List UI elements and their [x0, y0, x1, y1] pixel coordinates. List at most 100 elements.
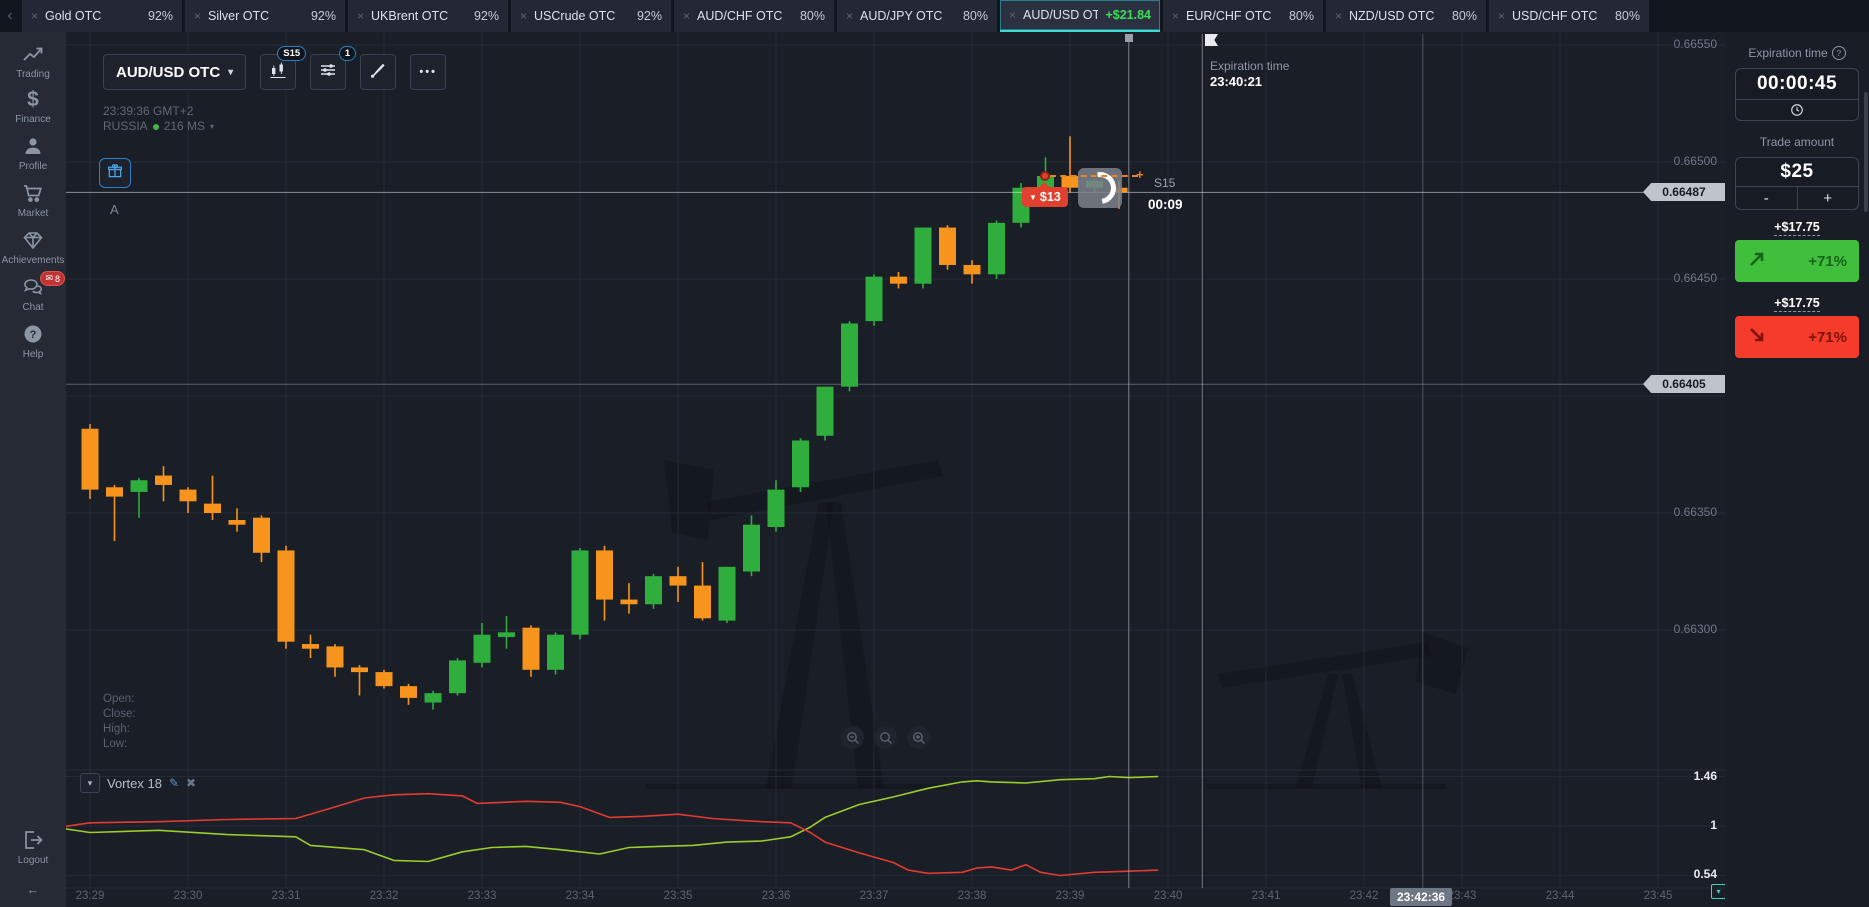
time-tick-label: 23:29 [66, 890, 120, 902]
time-tick-label: 23:45 [1628, 890, 1688, 902]
asset-tab-silver-otc[interactable]: ×Silver OTC92% [185, 0, 345, 32]
down-profit-value[interactable]: +$17.75 [1774, 296, 1820, 312]
amount-increase-button[interactable]: + [1798, 187, 1859, 209]
symbol-selector-button[interactable]: AUD/USD OTC ▾ [103, 54, 246, 90]
sidebar-item-market[interactable]: Market [0, 181, 66, 219]
sidebar-item-trading[interactable]: Trading [0, 42, 66, 80]
sidebar-item-label: Finance [15, 114, 51, 125]
candlestick-icon [268, 60, 288, 85]
up-profit-value[interactable]: +$17.75 [1774, 220, 1820, 236]
indicator-collapse-button[interactable]: ▾ [80, 773, 100, 793]
expiration-section-label: Expiration time ? [1735, 46, 1859, 60]
tab-value: 80% [963, 9, 988, 23]
sidebar-item-profile[interactable]: Profile [0, 134, 66, 172]
price-tick-label: 0.66550 [1674, 37, 1717, 51]
trading-chart-icon [21, 42, 45, 66]
sidebar-item-chat[interactable]: ✉8 Chat [0, 275, 66, 313]
tab-close-icon[interactable]: × [31, 10, 38, 22]
pencil-icon[interactable]: ✎ [169, 776, 179, 790]
tab-close-icon[interactable]: × [1172, 10, 1179, 22]
envelope-icon: ✉ [45, 273, 53, 284]
tab-close-icon[interactable]: × [1009, 9, 1016, 21]
asset-tab-aud-jpy-otc[interactable]: × AUD/JPY OTC 80% [837, 0, 997, 32]
time-tick-label: 23:30 [158, 890, 218, 902]
amount-decrease-button[interactable]: - [1736, 187, 1798, 209]
indicator-pane-toggle[interactable]: ▾ [1711, 884, 1725, 899]
tab-value: 92% [148, 9, 173, 23]
time-tick-label: 23:39 [1040, 890, 1100, 902]
sidebar-item-help[interactable]: ? Help [0, 322, 66, 360]
price-tick-label: 0.66350 [1674, 505, 1717, 519]
open-trade-badge[interactable]: ▼ $13 [1022, 187, 1068, 207]
asset-tab-nzd-usd-otc[interactable]: ×NZD/USD OTC80% [1326, 0, 1486, 32]
tab-close-icon[interactable]: × [357, 10, 364, 22]
asset-tab-uscrude-otc[interactable]: ×USCrude OTC92% [511, 0, 671, 32]
amount-value[interactable]: $25 [1736, 158, 1858, 186]
clock-block: 23:39:36 GMT+2 RUSSIA 216 MS ▾ [103, 104, 214, 134]
sidebar-item-finance[interactable]: $ Finance [0, 89, 66, 125]
help-circle-icon[interactable]: ? [1832, 46, 1846, 60]
sidebar-item-label: Achievements [2, 255, 65, 266]
indicators-button[interactable]: 1 [310, 54, 346, 90]
tabs-scroll-left-icon[interactable]: ‹ [0, 0, 20, 32]
zoom-out-button[interactable] [841, 726, 864, 749]
tab-name: AUD/JPY OTC [860, 9, 942, 23]
tab-close-icon[interactable]: × [1498, 10, 1505, 22]
sidebar-item-logout[interactable]: Logout [0, 828, 66, 866]
sidebar-item-achievements[interactable]: Achievements [0, 228, 66, 266]
tab-name: UKBrent OTC [371, 9, 448, 23]
tab-close-icon[interactable]: × [520, 10, 527, 22]
expiration-clock-button[interactable] [1736, 100, 1858, 120]
close-icon[interactable]: ✖ [186, 776, 196, 790]
user-icon [21, 134, 45, 158]
tab-close-icon[interactable]: × [846, 10, 853, 22]
candle-countdown: 00:09 [1148, 197, 1183, 212]
pending-trade-spinner [1078, 168, 1122, 208]
expiration-label-text: Expiration time [1748, 46, 1827, 60]
tab-name: EUR/CHF OTC [1186, 9, 1271, 23]
trade-amount-text: $13 [1040, 190, 1061, 204]
annotation-a[interactable]: A [110, 202, 119, 217]
time-tick-label: 23:40 [1138, 890, 1198, 902]
tab-close-icon[interactable]: × [194, 10, 201, 22]
drawing-tools-button[interactable] [360, 54, 396, 90]
chart-area[interactable]: 0.665500.665000.664500.663500.663001.461… [66, 32, 1725, 907]
sidebar: Trading $ Finance Profile Market Achieve… [0, 32, 66, 907]
asset-tab-eur-chf-otc[interactable]: ×EUR/CHF OTC80% [1163, 0, 1323, 32]
zoom-in-button[interactable] [907, 726, 930, 749]
tab-name: AUD/CHF OTC [697, 9, 782, 23]
indicators-count-badge: 1 [339, 46, 356, 61]
expiration-label-text: Expiration time [1210, 58, 1289, 74]
trade-entry-dashed-line [1050, 175, 1138, 177]
expiration-value[interactable]: 00:00:45 [1736, 69, 1858, 99]
price-tick-label: 0.66500 [1674, 154, 1717, 168]
tab-close-icon[interactable]: × [683, 10, 690, 22]
arrow-down-right-icon [1747, 325, 1767, 350]
server-row[interactable]: RUSSIA 216 MS ▾ [103, 119, 214, 134]
gift-button[interactable] [99, 158, 131, 188]
ellipsis-icon: ••• [419, 66, 437, 78]
panel-scrollbar[interactable] [1864, 92, 1868, 212]
sidebar-collapse-icon[interactable]: ← [27, 882, 40, 897]
zoom-reset-button[interactable] [874, 726, 897, 749]
ohlc-legend: Open: Close: High: Low: [103, 692, 136, 752]
dollar-icon: $ [27, 89, 39, 111]
tab-value: 92% [474, 9, 499, 23]
buy-up-button[interactable]: +71% [1735, 240, 1859, 282]
chart-type-button[interactable]: S15 [260, 54, 296, 90]
tab-close-icon[interactable]: × [1335, 10, 1342, 22]
sell-down-button[interactable]: +71% [1735, 316, 1859, 358]
question-icon: ? [21, 322, 45, 346]
asset-tab-gold-otc[interactable]: ×Gold OTC92% [22, 0, 182, 32]
asset-tab-bar: ‹ ×Gold OTC92%×Silver OTC92%×UKBrent OTC… [0, 0, 1869, 32]
sidebar-item-label: Chat [22, 302, 43, 313]
time-tick-label: 23:37 [844, 890, 904, 902]
gem-icon [21, 228, 45, 252]
current-time-marker[interactable] [1125, 34, 1133, 42]
price-tick-label: 0.66300 [1674, 622, 1717, 636]
more-tools-button[interactable]: ••• [410, 54, 446, 90]
asset-tab-aud-usd-otc[interactable]: ×AUD/USD OTC+$21.84 [1000, 0, 1160, 32]
asset-tab-ukbrent-otc[interactable]: × UKBrent OTC 92% [348, 0, 508, 32]
asset-tab-usd-chf-otc[interactable]: ×USD/CHF OTC80% [1489, 0, 1649, 32]
asset-tab-aud-chf-otc[interactable]: ×AUD/CHF OTC80% [674, 0, 834, 32]
